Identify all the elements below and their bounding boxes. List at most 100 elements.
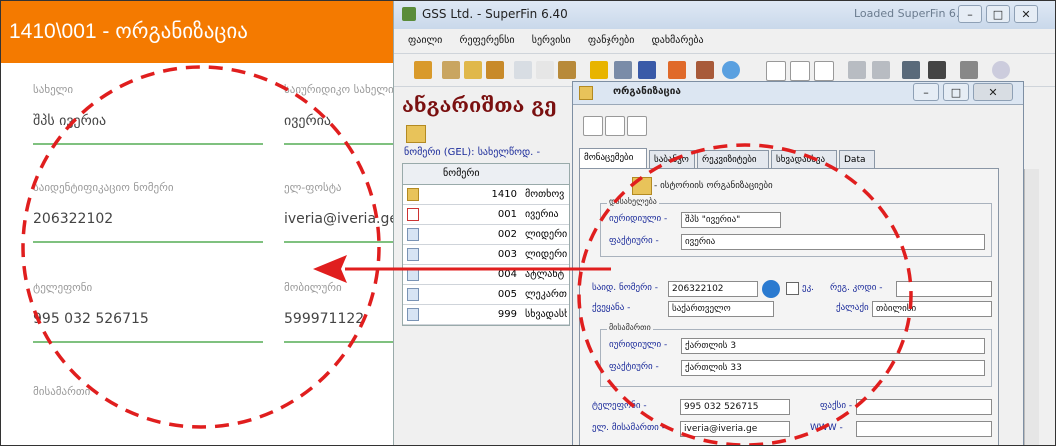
folder-icon[interactable] (464, 61, 482, 79)
edit-document-icon[interactable] (790, 61, 810, 81)
table-row[interactable]: 003 ლიდერი (403, 245, 569, 265)
filter-icon[interactable] (848, 61, 866, 79)
field-underline (33, 241, 263, 243)
folder-icon (579, 86, 593, 100)
table-row[interactable]: 001 ივერია (403, 205, 569, 225)
vat-checkbox[interactable] (786, 282, 799, 295)
document-icon (407, 288, 419, 301)
minimize-button[interactable]: – (958, 5, 982, 23)
mobile-header-title: 1410\001 - ორგანიზაცია (1, 1, 401, 63)
www-input[interactable] (856, 421, 992, 437)
tax-id-input[interactable]: 206322102 (668, 281, 758, 297)
paste-icon[interactable] (558, 61, 576, 79)
folder-icon[interactable] (632, 177, 652, 195)
table-row[interactable]: 004 ატლანტ (403, 265, 569, 285)
table-row[interactable]: 002 ლიდერი (403, 225, 569, 245)
new-document-icon[interactable] (766, 61, 786, 81)
delete-document-icon[interactable] (627, 116, 647, 136)
phone-input[interactable]: 995 032 526715 (680, 399, 790, 415)
group-title: დასახელება (607, 197, 659, 206)
calculator-icon[interactable] (638, 61, 656, 79)
menu-item-help[interactable]: დახმარება (652, 31, 704, 51)
cut-icon[interactable] (514, 61, 532, 79)
tab-bank[interactable]: საბანკო (649, 150, 695, 168)
country-input[interactable]: საქართველო (668, 301, 774, 317)
email-input[interactable]: iveria@iveria.ge (680, 421, 790, 437)
document-icon (407, 208, 419, 221)
www-label: WWW - (810, 423, 843, 433)
email-label: ელ. მისამართი - (592, 423, 665, 433)
new-document-icon[interactable] (583, 116, 603, 136)
upload-icon[interactable] (992, 61, 1010, 79)
city-label: ქალაქი - (836, 303, 875, 313)
country-label: ქვეყანა - (592, 303, 631, 313)
mobile-field-id-code[interactable]: საიდენტიფიკაციო ნომერი 206322102 (33, 181, 263, 243)
document-icon (407, 308, 419, 321)
maximize-button[interactable]: □ (986, 5, 1010, 23)
field-underline (284, 341, 404, 343)
mobile-field-name[interactable]: სახელი შპს ივერია (33, 83, 263, 145)
cloud-icon[interactable] (722, 61, 740, 79)
clear-filter-icon[interactable] (872, 61, 890, 79)
legal-address-label: იურიდიული - (609, 340, 668, 350)
close-button[interactable]: ✕ (1014, 5, 1038, 23)
dialog-minimize-button[interactable]: – (913, 83, 939, 101)
document-icon (407, 228, 419, 241)
dialog-maximize-button[interactable]: □ (943, 83, 969, 101)
copy-icon[interactable] (536, 61, 554, 79)
menu-item-file[interactable]: ფაილი (408, 31, 442, 51)
window-title: GSS Ltd. - SuperFin 6.40 (422, 7, 568, 21)
binoculars-icon[interactable] (928, 61, 946, 79)
folder-icon[interactable] (406, 125, 426, 143)
dialog-titlebar: ორგანიზაცია – □ ✕ (573, 82, 1023, 105)
tab-misc[interactable]: სხვადასხვა (771, 150, 837, 168)
delete-document-icon[interactable] (814, 61, 834, 81)
table-row[interactable]: 005 ლეკართ (403, 285, 569, 305)
folder-icon (407, 188, 419, 201)
fax-input[interactable] (856, 399, 992, 415)
desktop-window: GSS Ltd. - SuperFin 6.40 Loaded SuperFin… (393, 1, 1055, 445)
legal-name-input[interactable]: შპს "ივერია" (681, 212, 781, 228)
menu-item-windows[interactable]: ფანჯრები (588, 31, 634, 51)
city-input[interactable]: თბილისი (872, 301, 992, 317)
tab-panel: - ისტორიის ორგანიზაციები დასახელება იური… (579, 168, 999, 445)
book-icon[interactable] (442, 61, 460, 79)
table-row[interactable]: 999სხვადასხვ (403, 305, 569, 325)
dialog-close-button[interactable]: ✕ (973, 83, 1013, 101)
export-icon[interactable] (960, 61, 978, 79)
print-icon[interactable] (614, 61, 632, 79)
tab-data[interactable]: Data (839, 150, 875, 168)
refresh-icon[interactable] (762, 280, 780, 298)
key-icon[interactable] (486, 61, 504, 79)
region-code-label: რეგ. კოდი - (830, 283, 883, 293)
actual-name-input[interactable]: ივერია (681, 234, 985, 250)
home-icon[interactable] (414, 61, 432, 79)
users-icon[interactable] (696, 61, 714, 79)
dialog-toolbar (573, 106, 1023, 142)
user-icon[interactable] (668, 61, 686, 79)
tab-requisites[interactable]: რეკვიზიტები (697, 150, 769, 168)
edit-document-icon[interactable] (605, 116, 625, 136)
phone-label: ტელეფონი - (592, 401, 647, 411)
mobile-field-address[interactable]: მისამართი (33, 385, 263, 401)
dollar-icon[interactable] (590, 61, 608, 79)
menu-item-service[interactable]: სერვისი (532, 31, 571, 51)
vat-label: ეკ. (802, 283, 815, 293)
accounts-grid: ნომერი 1410 მოთხოვ 001 ივერია 002 ლიდერი 00… (402, 163, 570, 326)
app-icon (402, 7, 416, 21)
vertical-scrollbar[interactable] (1024, 169, 1039, 445)
mobile-field-phone[interactable]: ტელეფონი 995 032 526715 (33, 281, 263, 343)
table-row[interactable]: 1410 მოთხოვ (403, 185, 569, 205)
legal-name-label: იურიდიული - (609, 214, 668, 224)
address-group: მისამართი იურიდიული - ქართლის 3 ფაქტიური… (600, 323, 992, 387)
tab-data-main[interactable]: მონაცემები (579, 148, 647, 168)
actual-address-input[interactable]: ქართლის 33 (681, 360, 985, 376)
bookmark-icon[interactable] (902, 61, 920, 79)
menu-bar: ფაილი რეფერენსი სერვისი ფანჯრები დახმარე… (394, 31, 1055, 51)
background-window-title: Loaded SuperFin 6.40 (854, 7, 974, 20)
document-icon (407, 248, 419, 261)
legal-address-input[interactable]: ქართლის 3 (681, 338, 985, 354)
grid-header[interactable]: ნომერი (403, 164, 569, 185)
menu-item-reference[interactable]: რეფერენსი (460, 31, 515, 51)
region-code-input[interactable] (896, 281, 992, 297)
